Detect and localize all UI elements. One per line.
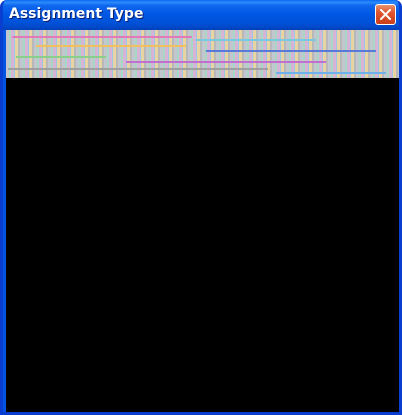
assignment-type-dialog: Assignment Type [0, 0, 402, 415]
corrupted-render-strip [6, 30, 399, 78]
title-bar[interactable]: Assignment Type [3, 0, 399, 30]
content-area [6, 78, 399, 412]
noise-line [126, 61, 326, 63]
close-button[interactable] [375, 4, 396, 25]
noise-line [36, 45, 186, 47]
window-title: Assignment Type [9, 6, 144, 22]
noise-line [8, 68, 268, 70]
noise-line [12, 36, 192, 38]
close-icon [380, 9, 391, 20]
noise-line [276, 72, 386, 74]
noise-line [16, 56, 106, 58]
noise-line [196, 39, 316, 41]
noise-line [206, 50, 376, 52]
